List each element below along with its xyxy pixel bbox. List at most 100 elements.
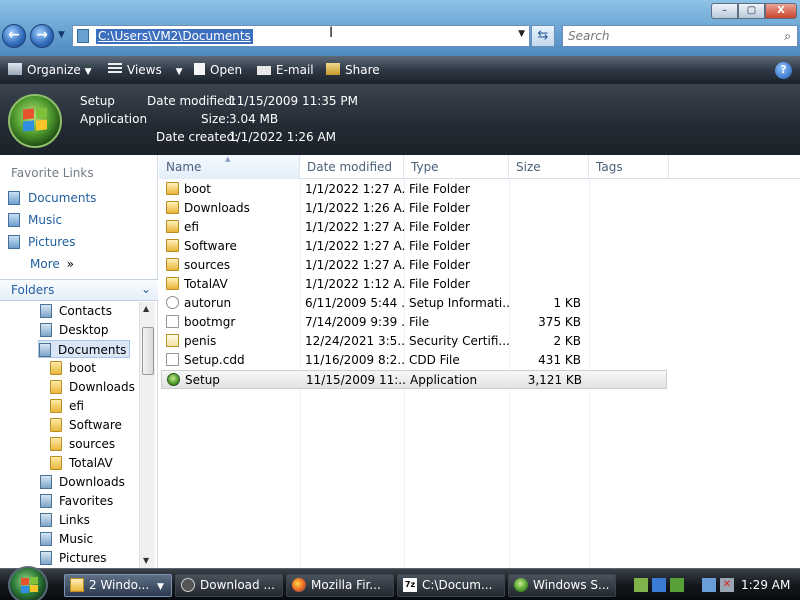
back-button[interactable]: ← — [2, 24, 26, 48]
column-header-type[interactable]: Type — [404, 155, 509, 179]
folder-icon — [50, 456, 62, 470]
refresh-button[interactable]: ⇆ — [531, 25, 555, 47]
tree-item-efi[interactable]: efi — [50, 397, 84, 415]
scroll-up-arrow-icon[interactable]: ▲ — [143, 304, 149, 313]
email-icon — [257, 66, 271, 75]
file-date-modified: 1/1/2022 1:12 A... — [305, 277, 405, 291]
download-icon — [181, 578, 195, 592]
taskbar-button-firefox[interactable]: Mozilla Fir... — [286, 574, 394, 597]
file-row[interactable]: Setup.cdd 11/16/2009 8:2... CDD File 431 KB — [161, 351, 667, 370]
tree-item-music[interactable]: Music — [40, 530, 93, 548]
file-row[interactable]: autorun 6/11/2009 5:44 ... Setup Informati… — [161, 294, 667, 313]
tree-item-pictures[interactable]: Pictures — [40, 549, 107, 567]
file-type: Security Certifi... — [409, 334, 509, 348]
forward-button[interactable]: → — [30, 24, 54, 48]
links-icon — [40, 513, 52, 527]
app-icon — [167, 373, 180, 386]
tree-item-favorites[interactable]: Favorites — [40, 492, 113, 510]
date-modified-value: 11/15/2009 11:35 PM — [229, 94, 358, 108]
maximize-button[interactable]: ▢ — [738, 3, 765, 19]
file-icon — [166, 353, 179, 366]
open-button[interactable]: Open — [194, 62, 242, 78]
clock[interactable]: 1:29 AM — [741, 578, 790, 592]
double-chevron-icon: » — [66, 257, 74, 271]
file-name: boot — [166, 180, 300, 199]
scrollbar-thumb[interactable] — [142, 327, 154, 375]
documents-icon — [8, 191, 20, 205]
help-button[interactable]: ? — [775, 62, 792, 79]
tree-item-totalav[interactable]: TotalAV — [50, 454, 113, 472]
file-row[interactable]: Setup 11/15/2009 11:... Application 3,121 K… — [161, 370, 667, 389]
selected-item-name: Setup — [80, 94, 115, 108]
tree-item-software[interactable]: Software — [50, 416, 122, 434]
file-date-modified: 1/1/2022 1:27 A... — [305, 258, 405, 272]
tree-item-sources[interactable]: sources — [50, 435, 115, 453]
file-date-modified: 1/1/2022 1:27 A... — [305, 182, 405, 196]
network-icon[interactable] — [634, 578, 648, 592]
email-button[interactable]: E-mail — [257, 62, 314, 78]
tree-item-downloads-library[interactable]: Downloads — [40, 473, 125, 491]
tree-item-boot[interactable]: boot — [50, 359, 96, 377]
favorite-link-documents[interactable]: Documents — [8, 189, 96, 207]
share-button[interactable]: Share — [326, 62, 380, 78]
address-path[interactable]: C:\Users\VM2\Documents — [96, 29, 253, 44]
favorite-link-music[interactable]: Music — [8, 211, 62, 229]
file-row[interactable]: efi 1/1/2022 1:27 A... File Folder — [161, 218, 667, 237]
navigation-scrollbar[interactable]: ▲ ▼ — [139, 302, 155, 568]
search-input[interactable]: Search — [568, 29, 610, 43]
file-row[interactable]: boot 1/1/2022 1:27 A... File Folder — [161, 180, 667, 199]
file-date-modified: 11/16/2009 8:2... — [305, 353, 405, 367]
tree-item-downloads[interactable]: Downloads — [50, 378, 135, 396]
security-icon[interactable] — [670, 578, 684, 592]
file-size: 431 KB — [538, 353, 581, 367]
folders-header[interactable]: Folders ⌄ — [0, 279, 158, 301]
taskbar-button-download[interactable]: Download ... — [175, 574, 283, 597]
views-button[interactable]: Views ▼ — [108, 62, 182, 78]
folder-icon — [166, 258, 179, 271]
taskbar-button-7zip[interactable]: 7z C:\Docum... — [397, 574, 505, 597]
volume-muted-icon[interactable]: ✕ — [720, 578, 734, 592]
file-row[interactable]: Software 1/1/2022 1:27 A... File Folder — [161, 237, 667, 256]
folder-icon — [166, 239, 179, 252]
column-header-tags[interactable]: Tags — [589, 155, 669, 179]
tree-item-documents[interactable]: Documents — [38, 340, 131, 358]
taskbar-button-windows-setup[interactable]: Windows S... — [508, 574, 616, 597]
file-row[interactable]: penis 12/24/2021 3:5... Security Certifi..… — [161, 332, 667, 351]
file-row[interactable]: TotalAV 1/1/2022 1:12 A... File Folder — [161, 275, 667, 294]
start-button[interactable] — [8, 566, 48, 600]
tree-item-contacts[interactable]: Contacts — [40, 302, 112, 320]
windows-update-icon[interactable] — [652, 578, 666, 592]
tree-item-links[interactable]: Links — [40, 511, 90, 529]
file-type: File Folder — [409, 182, 470, 196]
file-row[interactable]: bootmgr 7/14/2009 9:39 ... File 375 KB — [161, 313, 667, 332]
more-links-button[interactable]: More » — [30, 255, 74, 273]
search-box[interactable]: Search ⌕ — [562, 25, 798, 47]
file-row[interactable]: sources 1/1/2022 1:27 A... File Folder — [161, 256, 667, 275]
command-bar: Organize ▼ Views ▼ Open E-mail Share — [0, 56, 800, 84]
file-row[interactable]: Downloads 1/1/2022 1:26 A... File Folder — [161, 199, 667, 218]
scroll-down-arrow-icon[interactable]: ▼ — [143, 556, 149, 565]
tree-item-desktop[interactable]: Desktop — [40, 321, 109, 339]
favorite-links-header: Favorite Links — [11, 166, 94, 180]
file-date-modified: 1/1/2022 1:27 A... — [305, 239, 405, 253]
windows-setup-icon — [514, 578, 528, 592]
search-icon[interactable]: ⌕ — [784, 29, 791, 44]
address-bar[interactable]: C:\Users\VM2\Documents ▼ — [72, 25, 530, 47]
file-type: File Folder — [409, 277, 470, 291]
minimize-button[interactable]: – — [711, 3, 738, 19]
column-header-date-modified[interactable]: Date modified — [300, 155, 404, 179]
organize-button[interactable]: Organize ▼ — [8, 62, 92, 78]
pictures-icon — [40, 551, 52, 565]
file-type: File Folder — [409, 258, 470, 272]
display-icon[interactable] — [702, 578, 716, 592]
favorite-link-pictures[interactable]: Pictures — [8, 233, 76, 251]
address-dropdown-icon[interactable]: ▼ — [518, 29, 525, 39]
taskbar-button-explorer-group[interactable]: 2 Windo... ▼ — [64, 574, 172, 597]
recent-pages-dropdown[interactable]: ▼ — [58, 30, 68, 40]
folder-icon — [50, 399, 62, 413]
column-header-size[interactable]: Size — [509, 155, 589, 179]
file-type: File Folder — [409, 220, 470, 234]
close-button[interactable]: X — [765, 3, 797, 19]
file-date-modified: 1/1/2022 1:26 A... — [305, 201, 405, 215]
views-icon — [108, 63, 122, 75]
